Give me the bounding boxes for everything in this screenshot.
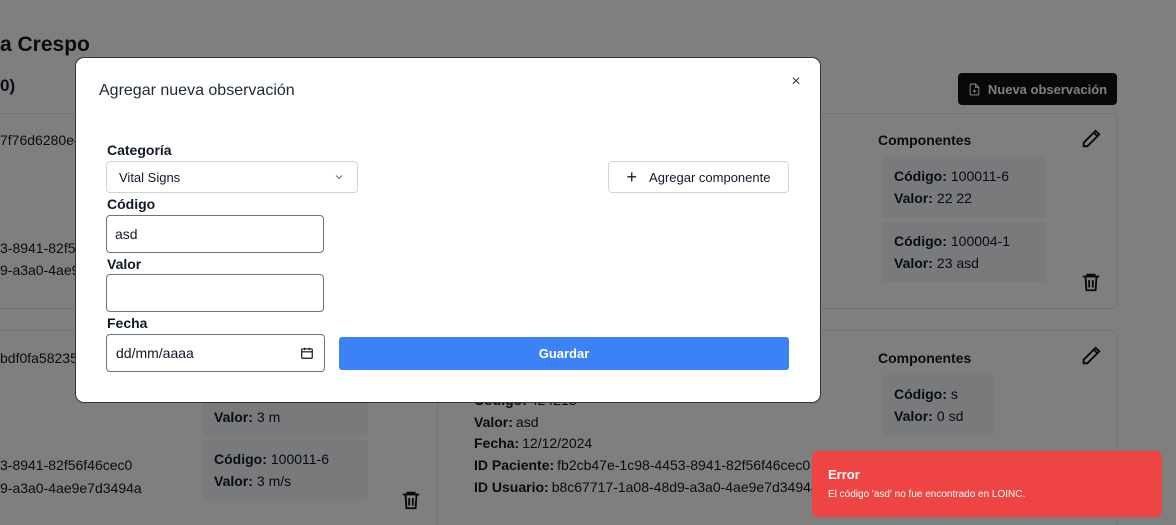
modal-title: Agregar nueva observación [99, 82, 295, 99]
code-input[interactable] [106, 215, 324, 253]
category-value: Vital Signs [119, 169, 181, 185]
add-component-button[interactable]: + Agregar componente [608, 161, 789, 193]
plus-icon: + [626, 167, 638, 187]
close-icon: × [791, 73, 801, 90]
toast-title: Error [828, 467, 860, 482]
value-label: Valor [107, 256, 142, 272]
category-label: Categoría [107, 142, 172, 158]
date-label: Fecha [107, 315, 148, 331]
add-observation-modal: Agregar nueva observación × Categoría Vi… [78, 60, 818, 400]
chevron-down-icon [335, 175, 343, 180]
calendar-icon[interactable] [300, 346, 314, 360]
date-input[interactable]: dd/mm/aaaa [106, 334, 325, 372]
date-placeholder: dd/mm/aaaa [116, 345, 194, 361]
add-component-label: Agregar componente [649, 169, 771, 185]
value-input[interactable] [106, 274, 324, 312]
category-select[interactable]: Vital Signs [106, 161, 358, 193]
toast-message: El código 'asd' no fue encontrado en LOI… [828, 489, 1026, 500]
close-button[interactable]: × [787, 73, 805, 91]
error-toast[interactable]: Error El código 'asd' no fue encontrado … [812, 451, 1162, 517]
code-label: Código [107, 196, 156, 212]
save-label: Guardar [538, 346, 590, 361]
save-button[interactable]: Guardar [339, 337, 789, 370]
